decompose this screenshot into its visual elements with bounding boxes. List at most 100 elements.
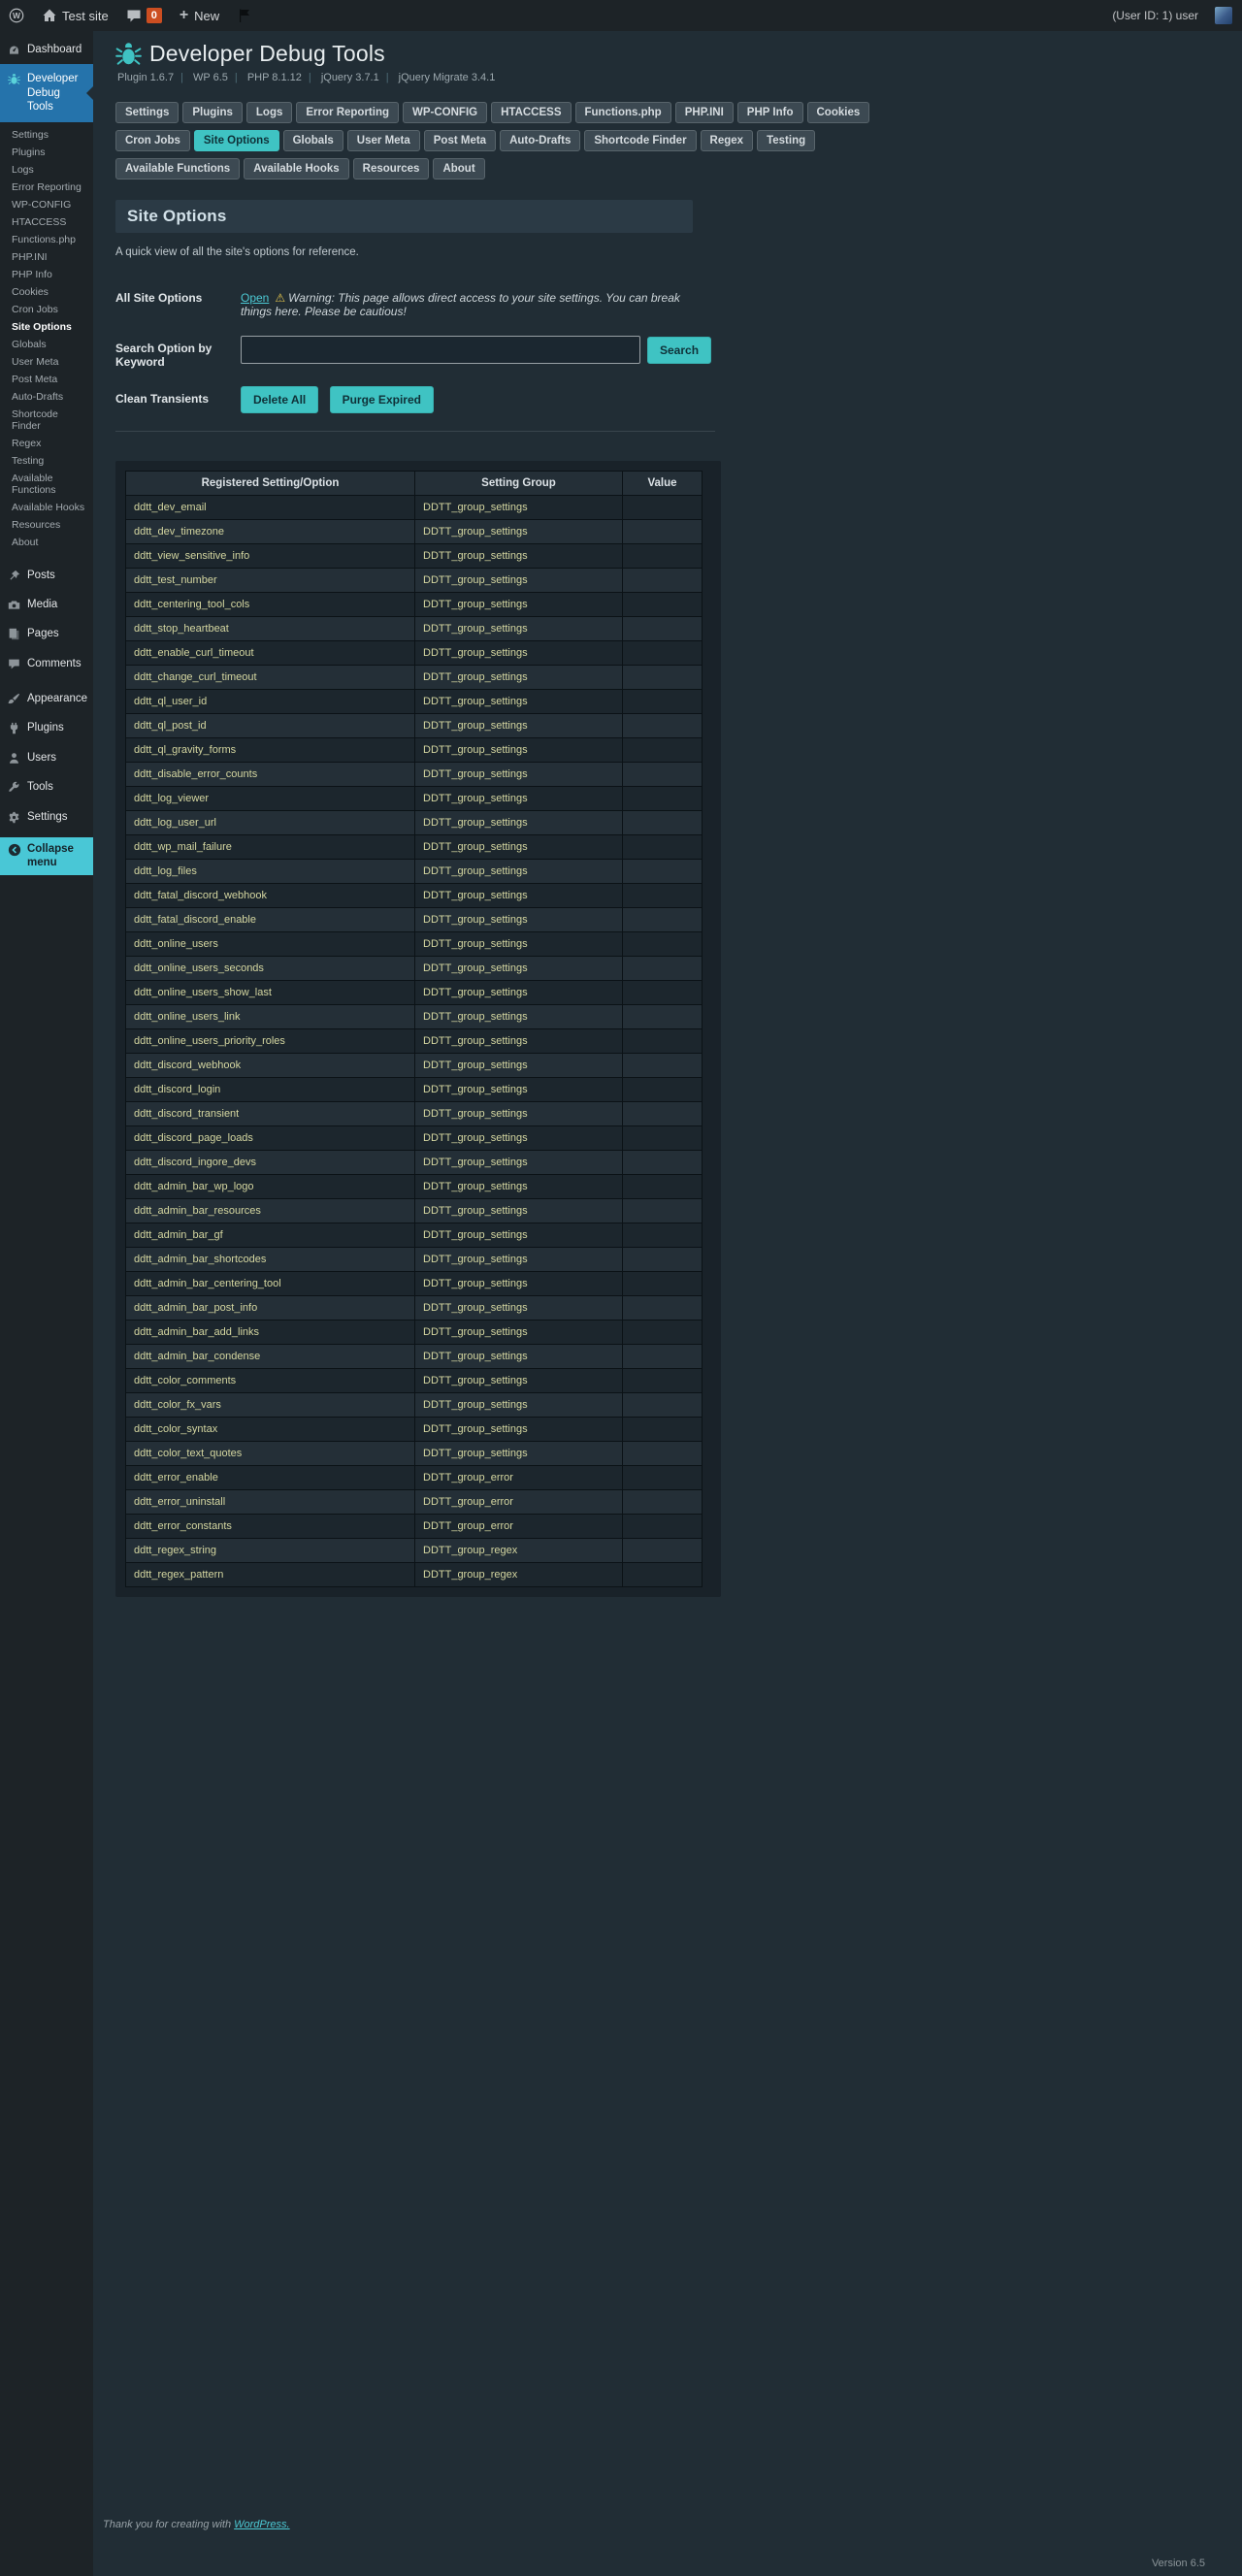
setting-group-cell: DDTT_group_settings (415, 835, 623, 860)
sidebar-submenu-item[interactable]: Settings (0, 126, 93, 144)
value-cell (623, 1029, 703, 1054)
value-cell (623, 1102, 703, 1126)
sidebar-item[interactable]: Media (0, 590, 93, 619)
sidebar-submenu-item[interactable]: PHP Info (0, 266, 93, 283)
tab[interactable]: Site Options (194, 130, 279, 151)
sidebar-submenu-item[interactable]: Error Reporting (0, 179, 93, 196)
sidebar-item[interactable]: Pages (0, 619, 93, 648)
sidebar-item[interactable]: Users (0, 743, 93, 772)
sidebar-item[interactable]: Appearance (0, 684, 93, 713)
tab[interactable]: WP-CONFIG (403, 102, 487, 123)
value-cell (623, 714, 703, 738)
section-description: A quick view of all the site's options f… (115, 246, 693, 258)
sidebar-item-developer-debug-tools[interactable]: Developer Debug Tools (0, 64, 93, 121)
sidebar-submenu-item[interactable]: Resources (0, 516, 93, 534)
wordpress-link[interactable]: WordPress. (234, 2519, 289, 2530)
value-cell (623, 932, 703, 957)
tab[interactable]: Regex (701, 130, 754, 151)
value-cell (623, 544, 703, 569)
table-row: ddtt_ql_user_id DDTT_group_settings (126, 690, 703, 714)
open-link[interactable]: Open (241, 291, 269, 305)
tab[interactable]: Logs (246, 102, 292, 123)
option-name-cell: ddtt_regex_pattern (126, 1563, 415, 1587)
sidebar-submenu-item[interactable]: HTACCESS (0, 213, 93, 231)
option-name-cell: ddtt_discord_page_loads (126, 1126, 415, 1151)
tab[interactable]: Post Meta (424, 130, 496, 151)
tab-bar: Settings Plugins Logs Error Reporting WP… (115, 102, 693, 186)
wp-logo-menu[interactable]: W (0, 0, 33, 31)
sidebar-submenu-item[interactable]: Cookies (0, 283, 93, 301)
account-menu[interactable]: (User ID: 1) user (1103, 0, 1207, 31)
sidebar-submenu-item[interactable]: Post Meta (0, 371, 93, 388)
sidebar-submenu-item[interactable]: WP-CONFIG (0, 196, 93, 213)
setting-group-cell: DDTT_group_settings (415, 1418, 623, 1442)
table-row: ddtt_regex_string DDTT_group_regex (126, 1539, 703, 1563)
sidebar-submenu-item[interactable]: Available Functions (0, 470, 93, 499)
sidebar-item[interactable]: Settings (0, 802, 93, 831)
tab[interactable]: Auto-Drafts (500, 130, 580, 151)
tab[interactable]: PHP Info (737, 102, 803, 123)
delete-all-button[interactable]: Delete All (241, 386, 318, 413)
value-cell (623, 520, 703, 544)
sidebar-submenu-item[interactable]: User Meta (0, 353, 93, 371)
value-cell (623, 617, 703, 641)
value-cell (623, 1054, 703, 1078)
options-form: All Site Options Open⚠Warning: This page… (115, 285, 693, 413)
option-name-cell: ddtt_admin_bar_resources (126, 1199, 415, 1223)
new-content-menu[interactable]: + New (171, 0, 228, 31)
sidebar-submenu-item[interactable]: Globals (0, 336, 93, 353)
sidebar-item[interactable]: Plugins (0, 713, 93, 742)
purge-expired-button[interactable]: Purge Expired (330, 386, 434, 413)
option-name-cell: ddtt_online_users_show_last (126, 981, 415, 1005)
sidebar-submenu-item[interactable]: Available Hooks (0, 499, 93, 516)
tab[interactable]: Functions.php (575, 102, 671, 123)
setting-group-cell: DDTT_group_settings (415, 1369, 623, 1393)
tab[interactable]: PHP.INI (675, 102, 734, 123)
footer-thanks: Thank you for creating with WordPress. (103, 2519, 290, 2530)
sidebar-item[interactable]: Dashboard (0, 35, 93, 64)
site-name-menu[interactable]: Test site (33, 0, 117, 31)
sidebar-submenu-item[interactable]: Cron Jobs (0, 301, 93, 318)
setting-group-cell: DDTT_group_settings (415, 520, 623, 544)
option-name-cell: ddtt_fatal_discord_webhook (126, 884, 415, 908)
tab[interactable]: User Meta (347, 130, 420, 151)
divider (115, 431, 715, 432)
tab[interactable]: Plugins (182, 102, 243, 123)
search-input[interactable] (241, 336, 640, 364)
tab[interactable]: Globals (283, 130, 343, 151)
comments-menu[interactable]: 0 (117, 0, 171, 31)
tab[interactable]: Available Functions (115, 158, 240, 179)
value-cell (623, 569, 703, 593)
tab[interactable]: Resources (353, 158, 430, 179)
tab[interactable]: Cookies (807, 102, 870, 123)
settings-icon (8, 811, 21, 824)
sidebar-submenu-item[interactable]: Logs (0, 161, 93, 179)
tab[interactable]: HTACCESS (491, 102, 571, 123)
sidebar-submenu-item[interactable]: Functions.php (0, 231, 93, 248)
tab[interactable]: Available Hooks (244, 158, 348, 179)
sidebar-submenu-item[interactable]: Auto-Drafts (0, 388, 93, 406)
sidebar-item[interactable]: Tools (0, 772, 93, 801)
sidebar-item[interactable]: Comments (0, 649, 93, 678)
sidebar-submenu-item[interactable]: Plugins (0, 144, 93, 161)
sidebar-submenu-item[interactable]: About (0, 534, 93, 551)
table-row: ddtt_log_viewer DDTT_group_settings (126, 787, 703, 811)
tab[interactable]: Shortcode Finder (584, 130, 696, 151)
tab[interactable]: Settings (115, 102, 179, 123)
sidebar-submenu-item[interactable]: Shortcode Finder (0, 406, 93, 435)
tab[interactable]: Cron Jobs (115, 130, 190, 151)
sidebar-submenu-item[interactable]: Regex (0, 435, 93, 452)
tab[interactable]: Error Reporting (296, 102, 399, 123)
tab[interactable]: About (433, 158, 484, 179)
sidebar-item[interactable]: Posts (0, 561, 93, 590)
collapse-menu-button[interactable]: Collapse menu (0, 837, 93, 875)
tab[interactable]: Testing (757, 130, 815, 151)
sidebar-submenu-item[interactable]: Site Options (0, 318, 93, 336)
sidebar-submenu-item[interactable]: PHP.INI (0, 248, 93, 266)
plugins-icon (8, 722, 21, 734)
flag-menu[interactable] (228, 0, 261, 31)
search-button[interactable]: Search (647, 337, 711, 364)
sidebar-submenu-item[interactable]: Testing (0, 452, 93, 470)
option-name-cell: ddtt_online_users (126, 932, 415, 957)
search-option-label: Search Option by Keyword (115, 336, 241, 369)
